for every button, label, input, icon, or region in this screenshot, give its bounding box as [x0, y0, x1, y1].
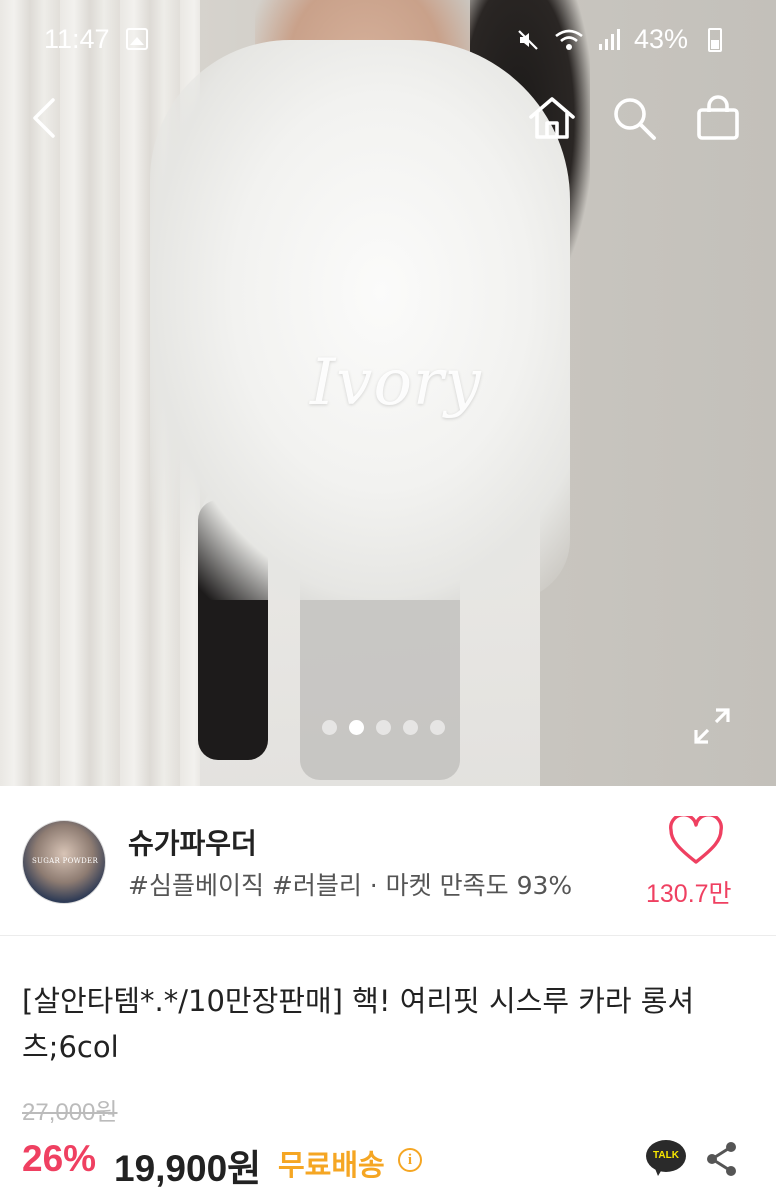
- battery-percent: 43%: [633, 24, 688, 54]
- battery-icon: [708, 27, 722, 52]
- heart-icon[interactable]: [668, 816, 724, 866]
- gallery-icon: [126, 28, 148, 50]
- carousel-dot-active[interactable]: [349, 720, 364, 735]
- avatar-logo-text: SUGAR POWDER: [31, 857, 99, 865]
- expand-icon[interactable]: [690, 704, 734, 748]
- search-button[interactable]: [606, 90, 662, 146]
- carousel-dot[interactable]: [403, 720, 418, 735]
- signal-icon: [598, 28, 620, 50]
- seller-name[interactable]: 슈가파우더: [128, 822, 257, 862]
- seller-row[interactable]: SUGAR POWDER 슈가파우더 #심플베이직 #러블리 · 마켓 만족도 …: [0, 786, 776, 936]
- shopping-bag-icon: [697, 95, 739, 140]
- product-image-carousel[interactable]: Ivory 11:47 43%: [0, 0, 776, 786]
- kakao-talk-icon: TALK: [646, 1140, 686, 1172]
- like-count: 130.7만: [646, 880, 732, 908]
- cart-button[interactable]: [690, 90, 746, 146]
- status-bar: 11:47 43%: [0, 18, 776, 62]
- sale-price: 19,900원: [114, 1148, 262, 1189]
- back-icon: [33, 98, 55, 138]
- image-color-label: Ivory: [310, 346, 482, 420]
- home-icon: [529, 97, 575, 139]
- carousel-dot[interactable]: [376, 720, 391, 735]
- shirt-body: [150, 40, 570, 600]
- discount-rate: 26%: [22, 1138, 97, 1179]
- talk-bubble-tail: [654, 1166, 664, 1176]
- seller-tags: #심플베이직 #러블리 · 마켓 만족도 93%: [128, 871, 573, 900]
- carousel-dot[interactable]: [430, 720, 445, 735]
- original-price: 27,000원: [22, 1099, 118, 1126]
- free-shipping-label: 무료배송: [278, 1148, 385, 1182]
- carousel-dot[interactable]: [322, 720, 337, 735]
- search-icon: [614, 98, 656, 140]
- product-title: [살안타템*.*/10만장판매] 핵! 여리핏 시스루 카라 롱셔츠;6col: [22, 984, 695, 1064]
- home-button[interactable]: [524, 90, 580, 146]
- kakao-talk-button[interactable]: TALK: [646, 1140, 686, 1178]
- share-icon[interactable]: [704, 1140, 740, 1178]
- status-time: 11:47: [44, 24, 110, 54]
- mute-icon: [518, 29, 538, 50]
- seller-avatar[interactable]: SUGAR POWDER: [22, 820, 106, 904]
- carousel-dots: [322, 720, 445, 735]
- back-button[interactable]: [16, 90, 72, 146]
- info-icon[interactable]: i: [398, 1148, 422, 1172]
- wifi-icon: [555, 29, 583, 50]
